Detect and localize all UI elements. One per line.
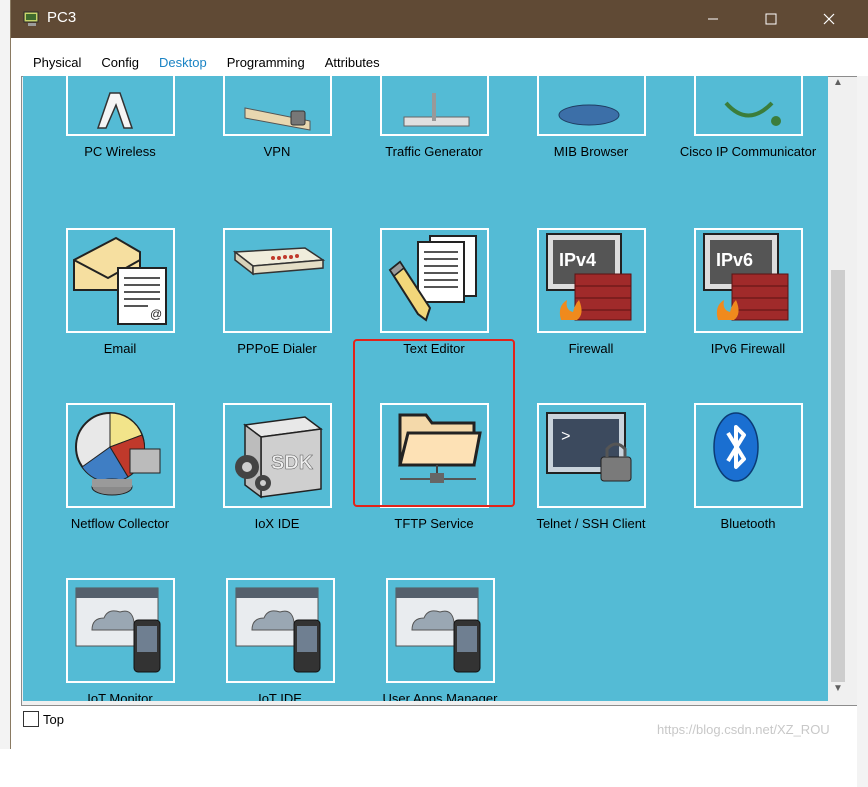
app-pppoe-dialer[interactable]: PPPoE Dialer: [207, 228, 347, 356]
app-tile: @: [65, 228, 175, 333]
mib-browser-icon: [558, 104, 619, 126]
app-telnet-ssh-client[interactable]: > Telnet / SSH Client: [521, 403, 661, 531]
top-checkbox-label: Top: [43, 712, 64, 727]
pc-icon: [23, 11, 39, 26]
app-tile: [536, 76, 646, 136]
app-tile: [65, 403, 175, 508]
app-tile: [65, 578, 175, 683]
app-tile: IPv4: [536, 228, 646, 333]
app-ipv6-firewall[interactable]: IPv6 IPv6 Firewall: [678, 228, 818, 356]
app-label: PC Wireless: [84, 144, 156, 159]
title-bar[interactable]: PC3: [11, 0, 868, 38]
tab-attributes[interactable]: Attributes: [314, 49, 390, 78]
app-label: Cisco IP Communicator: [679, 144, 817, 159]
app-email[interactable]: @ Email: [50, 228, 190, 356]
app-user-apps-manager[interactable]: User Apps Manager: [370, 578, 510, 701]
netflow-collector-icon: [74, 412, 160, 496]
app-tile: >: [536, 403, 646, 508]
app-label: IoX IDE: [254, 516, 300, 531]
ipv6-badge: IPv6: [716, 250, 753, 270]
app-label: IoT Monitor: [87, 691, 153, 701]
app-cisco-ip-communicator[interactable]: Cisco IP Communicator: [678, 76, 818, 159]
app-label: Traffic Generator: [385, 144, 483, 159]
app-label: User Apps Manager: [382, 691, 498, 701]
user-apps-manager-icon: [395, 587, 480, 673]
app-firewall[interactable]: IPv4 Firewall: [521, 228, 661, 356]
tab-config[interactable]: Config: [91, 49, 149, 78]
minimize-icon: [708, 18, 718, 20]
app-label: Bluetooth: [720, 516, 776, 531]
ipv6-firewall-icon: IPv6: [702, 233, 788, 321]
maximize-button[interactable]: [742, 0, 800, 38]
app-tile: [385, 578, 495, 683]
vpn-icon: [244, 107, 310, 131]
app-tile: [222, 228, 332, 333]
ip-communicator-icon: [723, 101, 781, 126]
app-iot-ide[interactable]: IoT IDE: [210, 578, 350, 701]
tab-programming[interactable]: Programming: [216, 49, 315, 78]
text-editor-icon: [388, 235, 477, 322]
app-tile: [693, 403, 803, 508]
bluetooth-icon: [712, 412, 759, 482]
app-tile: [222, 76, 332, 136]
watermark-text: https://blog.csdn.net/XZ_ROU: [657, 722, 830, 737]
app-tile: SDK: [222, 403, 332, 508]
ipv4-badge: IPv4: [559, 250, 596, 270]
prompt-badge: >: [561, 428, 571, 446]
sdk-badge: SDK: [271, 452, 314, 474]
iot-ide-icon: [235, 587, 320, 673]
app-label: IPv6 Firewall: [710, 341, 786, 356]
scroll-up-icon[interactable]: ▲: [829, 77, 847, 93]
app-bluetooth[interactable]: Bluetooth: [678, 403, 818, 531]
app-label: MIB Browser: [553, 144, 629, 159]
app-traffic-generator[interactable]: Traffic Generator: [364, 76, 504, 159]
scroll-down-icon[interactable]: ▼: [829, 683, 847, 699]
app-label: TFTP Service: [394, 516, 474, 531]
app-iox-ide[interactable]: SDK IoX IDE: [207, 403, 347, 531]
email-icon: @: [72, 236, 167, 325]
app-text-editor[interactable]: Text Editor: [364, 228, 504, 356]
app-tile: [379, 228, 489, 333]
app-tile: [693, 76, 803, 136]
app-label: PPPoE Dialer: [237, 341, 317, 356]
pc-wireless-icon: [96, 92, 133, 129]
traffic-generator-icon: [403, 93, 469, 127]
tftp-service-highlight: [353, 339, 515, 507]
top-checkbox[interactable]: [23, 711, 39, 727]
close-icon: [823, 13, 835, 25]
app-label: Telnet / SSH Client: [536, 516, 646, 531]
app-pc-wireless[interactable]: PC Wireless: [50, 76, 190, 159]
maximize-icon: [765, 13, 777, 25]
app-label: Email: [103, 341, 137, 356]
tab-desktop[interactable]: Desktop: [149, 49, 217, 78]
app-label: Netflow Collector: [70, 516, 170, 531]
iox-ide-icon: SDK: [234, 416, 323, 499]
app-tile: [379, 76, 489, 136]
app-iot-monitor[interactable]: IoT Monitor: [50, 578, 190, 701]
app-tile: [225, 578, 335, 683]
app-label: Firewall: [568, 341, 614, 356]
scrollbar-thumb[interactable]: [831, 270, 845, 682]
right-background-strip: [857, 76, 868, 787]
pppoe-dialer-icon: [232, 247, 325, 276]
firewall-icon: IPv4: [545, 233, 631, 321]
window-title: PC3: [47, 9, 77, 26]
terminal-icon: >: [545, 412, 631, 482]
app-netflow-collector[interactable]: Netflow Collector: [50, 403, 190, 531]
svg-text:@: @: [150, 307, 162, 321]
minimize-button[interactable]: [684, 0, 742, 38]
app-vpn[interactable]: VPN: [207, 76, 347, 159]
app-label: IoT IDE: [258, 691, 302, 701]
close-button[interactable]: [800, 0, 858, 38]
iot-monitor-icon: [75, 587, 160, 673]
app-tile: [65, 76, 175, 136]
pc3-window: PC3 Physical Config Desktop Programming …: [10, 0, 868, 787]
app-label: VPN: [263, 144, 291, 159]
app-mib-browser[interactable]: MIB Browser: [521, 76, 661, 159]
app-tile: IPv6: [693, 228, 803, 333]
tab-physical[interactable]: Physical: [23, 49, 92, 78]
tab-bar: Physical Config Desktop Programming Attr…: [23, 49, 390, 78]
